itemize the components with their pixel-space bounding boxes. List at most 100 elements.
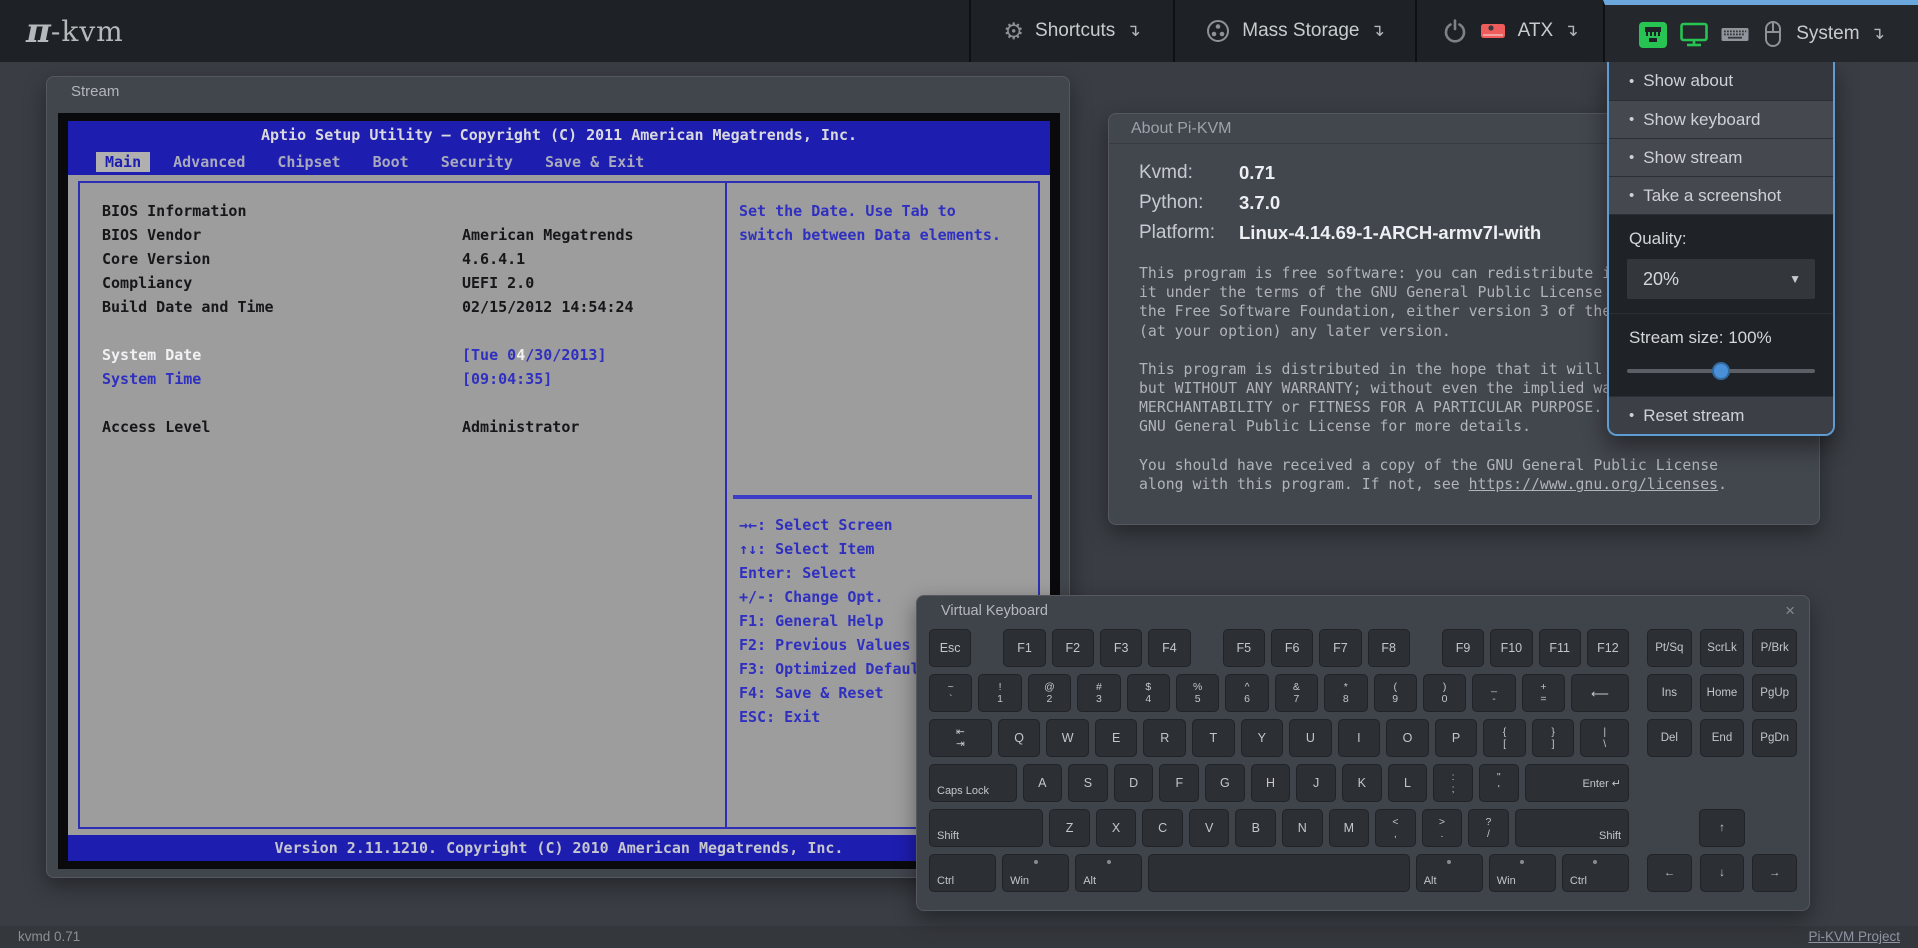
- key-quote[interactable]: "': [1479, 764, 1519, 802]
- menu-item-show-about[interactable]: •Show about: [1609, 62, 1833, 100]
- key-j[interactable]: J: [1296, 764, 1336, 802]
- key-f2[interactable]: F2: [1052, 629, 1094, 667]
- key-l[interactable]: L: [1388, 764, 1428, 802]
- key-arrow-up[interactable]: ↑: [1699, 809, 1745, 847]
- menu-item-reset-stream[interactable]: • Reset stream: [1609, 396, 1833, 434]
- key-z[interactable]: Z: [1049, 809, 1090, 847]
- key-bracket-close[interactable]: }]: [1532, 719, 1575, 757]
- key-f1[interactable]: F1: [1003, 629, 1045, 667]
- key-1[interactable]: !1: [978, 674, 1021, 712]
- key-win-left[interactable]: Win: [1002, 854, 1069, 892]
- key-t[interactable]: T: [1192, 719, 1235, 757]
- shortcuts-menu-button[interactable]: ⚙ Shortcuts ↴: [969, 0, 1173, 62]
- key-enter[interactable]: Enter ↵: [1525, 764, 1629, 802]
- key-ctrl-left[interactable]: Ctrl: [929, 854, 996, 892]
- key-4[interactable]: $4: [1127, 674, 1170, 712]
- key-pgup[interactable]: PgUp: [1752, 674, 1797, 712]
- key-f5[interactable]: F5: [1223, 629, 1265, 667]
- key-h[interactable]: H: [1251, 764, 1291, 802]
- key-shift-left[interactable]: Shift: [929, 809, 1043, 847]
- key-9[interactable]: (9: [1374, 674, 1417, 712]
- key-5[interactable]: %5: [1176, 674, 1219, 712]
- key-ins[interactable]: Ins: [1647, 674, 1692, 712]
- key-3[interactable]: #3: [1077, 674, 1120, 712]
- key-g[interactable]: G: [1205, 764, 1245, 802]
- key-a[interactable]: A: [1023, 764, 1063, 802]
- key-backslash[interactable]: |\: [1580, 719, 1629, 757]
- quality-select[interactable]: 20% ▼: [1627, 259, 1815, 299]
- key-arrow-left[interactable]: ←: [1647, 854, 1692, 892]
- key-e[interactable]: E: [1095, 719, 1138, 757]
- key-tab[interactable]: ⇤⇥: [929, 719, 992, 757]
- menu-item-take-a-screenshot[interactable]: •Take a screenshot: [1609, 176, 1833, 214]
- key-i[interactable]: I: [1338, 719, 1381, 757]
- key-8[interactable]: *8: [1324, 674, 1367, 712]
- key-scroll-lock[interactable]: ScrLk: [1700, 629, 1745, 667]
- key-minus[interactable]: _-: [1472, 674, 1515, 712]
- close-icon[interactable]: ×: [1785, 596, 1795, 626]
- slider-thumb[interactable]: [1712, 362, 1730, 380]
- key-semicolon[interactable]: :;: [1433, 764, 1473, 802]
- key-x[interactable]: X: [1096, 809, 1137, 847]
- key-b[interactable]: B: [1235, 809, 1276, 847]
- pikvm-project-link[interactable]: Pi-KVM Project: [1808, 926, 1900, 948]
- key-f11[interactable]: F11: [1539, 629, 1581, 667]
- key-period[interactable]: >.: [1422, 809, 1463, 847]
- key-v[interactable]: V: [1189, 809, 1230, 847]
- key-k[interactable]: K: [1342, 764, 1382, 802]
- key-r[interactable]: R: [1143, 719, 1186, 757]
- key-shift-right[interactable]: Shift: [1515, 809, 1629, 847]
- key-d[interactable]: D: [1114, 764, 1154, 802]
- key-pgdn[interactable]: PgDn: [1752, 719, 1797, 757]
- key-7[interactable]: &7: [1275, 674, 1318, 712]
- key-f6[interactable]: F6: [1271, 629, 1313, 667]
- key-s[interactable]: S: [1068, 764, 1108, 802]
- key-f[interactable]: F: [1159, 764, 1199, 802]
- key-esc[interactable]: Esc: [929, 629, 971, 667]
- mass-storage-menu-button[interactable]: Mass Storage ↴: [1173, 0, 1415, 62]
- key-u[interactable]: U: [1289, 719, 1332, 757]
- key-m[interactable]: M: [1329, 809, 1370, 847]
- key-w[interactable]: W: [1046, 719, 1089, 757]
- key-equals[interactable]: +=: [1522, 674, 1565, 712]
- key-print-screen[interactable]: Pt/Sq: [1647, 629, 1692, 667]
- key-f4[interactable]: F4: [1148, 629, 1190, 667]
- key-f3[interactable]: F3: [1100, 629, 1142, 667]
- key-ctrl-right[interactable]: Ctrl: [1562, 854, 1629, 892]
- key-o[interactable]: O: [1386, 719, 1429, 757]
- key-6[interactable]: ^6: [1225, 674, 1268, 712]
- key-n[interactable]: N: [1282, 809, 1323, 847]
- menu-item-show-keyboard[interactable]: •Show keyboard: [1609, 100, 1833, 138]
- key-alt-right[interactable]: Alt: [1416, 854, 1483, 892]
- key-2[interactable]: @2: [1028, 674, 1071, 712]
- key-del[interactable]: Del: [1647, 719, 1692, 757]
- key-y[interactable]: Y: [1241, 719, 1284, 757]
- key-f8[interactable]: F8: [1368, 629, 1410, 667]
- gnu-license-link[interactable]: https://www.gnu.org/licenses: [1469, 476, 1718, 493]
- key-f9[interactable]: F9: [1442, 629, 1484, 667]
- system-menu-button[interactable]: System ↴: [1603, 0, 1918, 62]
- key-f12[interactable]: F12: [1587, 629, 1629, 667]
- key-f10[interactable]: F10: [1490, 629, 1532, 667]
- key-arrow-down[interactable]: ↓: [1700, 854, 1745, 892]
- key-c[interactable]: C: [1142, 809, 1183, 847]
- key-win-right[interactable]: Win: [1489, 854, 1556, 892]
- bios-screen[interactable]: Aptio Setup Utility – Copyright (C) 2011…: [68, 121, 1050, 861]
- key-caps-lock[interactable]: Caps Lock: [929, 764, 1017, 802]
- key-space[interactable]: [1148, 854, 1409, 892]
- key-home[interactable]: Home: [1700, 674, 1745, 712]
- key-pause-break[interactable]: P/Brk: [1752, 629, 1797, 667]
- key-p[interactable]: P: [1435, 719, 1478, 757]
- stream-size-slider[interactable]: [1627, 362, 1815, 380]
- key-backspace[interactable]: ⟵: [1571, 674, 1629, 712]
- key-arrow-right[interactable]: →: [1752, 854, 1797, 892]
- menu-item-show-stream[interactable]: •Show stream: [1609, 138, 1833, 176]
- key-alt-left[interactable]: Alt: [1075, 854, 1142, 892]
- key-bracket-open[interactable]: {[: [1483, 719, 1526, 757]
- key-q[interactable]: Q: [998, 719, 1041, 757]
- key-tilde[interactable]: ~`: [929, 674, 972, 712]
- key-comma[interactable]: <,: [1375, 809, 1416, 847]
- key-0[interactable]: )0: [1423, 674, 1466, 712]
- key-slash[interactable]: ?/: [1468, 809, 1509, 847]
- key-end[interactable]: End: [1700, 719, 1745, 757]
